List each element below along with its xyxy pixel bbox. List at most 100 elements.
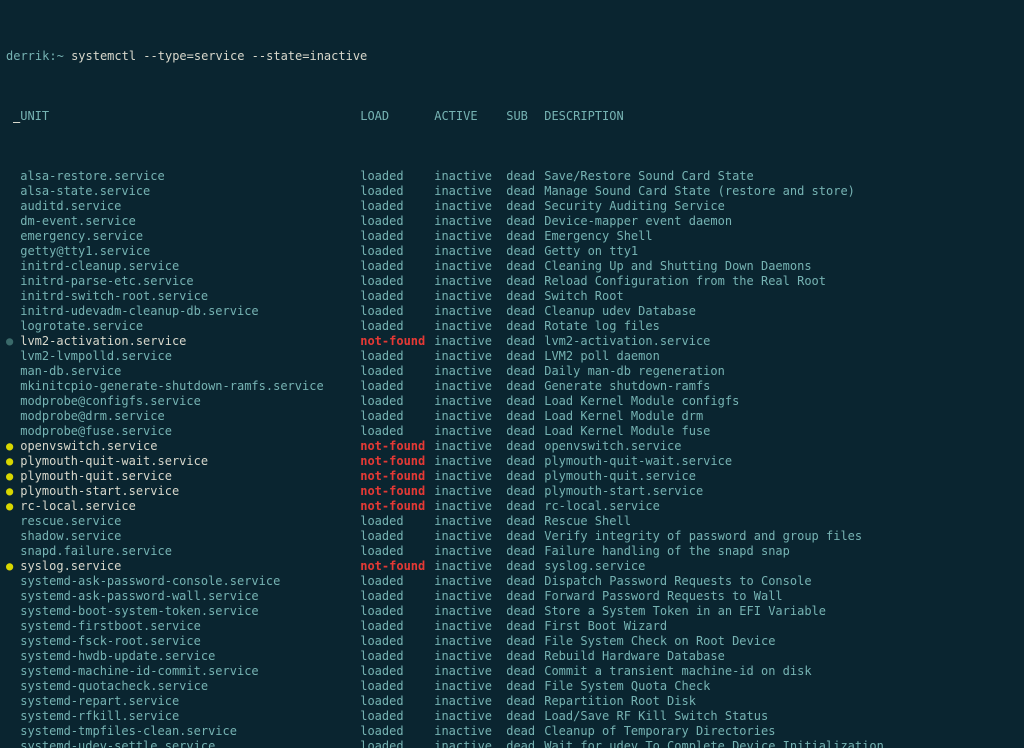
unit-description: Getty on tty1: [544, 244, 638, 259]
active-state: inactive: [434, 664, 506, 679]
sub-state: dead: [506, 349, 544, 364]
hdr-sub: SUB: [506, 109, 544, 124]
load-state: loaded: [360, 514, 434, 529]
unit-name: man-db.service: [20, 364, 360, 379]
sub-state: dead: [506, 199, 544, 214]
unit-name: mkinitcpio-generate-shutdown-ramfs.servi…: [20, 379, 360, 394]
unit-name: systemd-hwdb-update.service: [20, 649, 360, 664]
unit-description: Daily man-db regeneration: [544, 364, 725, 379]
status-bullet-icon: [6, 364, 13, 379]
status-bullet-icon: [6, 559, 13, 574]
table-row: lvm2-lvmpolld.serviceloadedinactivedeadL…: [6, 349, 1018, 364]
load-state: loaded: [360, 214, 434, 229]
unit-name: systemd-udev-settle.service: [20, 739, 360, 748]
load-state: loaded: [360, 304, 434, 319]
status-bullet-icon: [6, 514, 13, 529]
unit-description: Forward Password Requests to Wall: [544, 589, 782, 604]
table-row: rescue.serviceloadedinactivedeadRescue S…: [6, 514, 1018, 529]
active-state: inactive: [434, 199, 506, 214]
unit-description: Cleanup of Temporary Directories: [544, 724, 775, 739]
active-state: inactive: [434, 229, 506, 244]
table-row: systemd-ask-password-wall.serviceloadedi…: [6, 589, 1018, 604]
status-bullet-icon: [6, 184, 13, 199]
terminal-output[interactable]: derrik:~ systemctl --type=service --stat…: [0, 0, 1024, 748]
sub-state: dead: [506, 589, 544, 604]
sub-state: dead: [506, 364, 544, 379]
status-bullet-icon: [6, 379, 13, 394]
load-state: loaded: [360, 739, 434, 748]
active-state: inactive: [434, 469, 506, 484]
unit-name: emergency.service: [20, 229, 360, 244]
sub-state: dead: [506, 604, 544, 619]
table-row: plymouth-start.servicenot-foundinactived…: [6, 484, 1018, 499]
prompt-sep1: :: [49, 49, 56, 63]
table-row: systemd-hwdb-update.serviceloadedinactiv…: [6, 649, 1018, 664]
active-state: inactive: [434, 724, 506, 739]
table-row: shadow.serviceloadedinactivedeadVerify i…: [6, 529, 1018, 544]
load-state: loaded: [360, 604, 434, 619]
sub-state: dead: [506, 694, 544, 709]
load-state: loaded: [360, 529, 434, 544]
status-bullet-icon: [6, 424, 13, 439]
sub-state: dead: [506, 184, 544, 199]
table-row: systemd-ask-password-console.serviceload…: [6, 574, 1018, 589]
load-state: loaded: [360, 709, 434, 724]
unit-description: rc-local.service: [544, 499, 660, 514]
load-state: loaded: [360, 589, 434, 604]
status-bullet-icon: [6, 739, 13, 748]
unit-name: plymouth-quit.service: [20, 469, 360, 484]
unit-name: systemd-rfkill.service: [20, 709, 360, 724]
table-row: systemd-udev-settle.serviceloadedinactiv…: [6, 739, 1018, 748]
active-state: inactive: [434, 289, 506, 304]
load-state: not-found: [360, 334, 434, 349]
active-state: inactive: [434, 499, 506, 514]
unit-description: Dispatch Password Requests to Console: [544, 574, 811, 589]
table-row: mkinitcpio-generate-shutdown-ramfs.servi…: [6, 379, 1018, 394]
unit-name: plymouth-start.service: [20, 484, 360, 499]
status-bullet-icon: [6, 274, 13, 289]
load-state: loaded: [360, 619, 434, 634]
unit-description: syslog.service: [544, 559, 645, 574]
status-bullet-icon: [6, 589, 13, 604]
unit-description: Wait for udev To Complete Device Initial…: [544, 739, 884, 748]
sub-state: dead: [506, 379, 544, 394]
unit-name: alsa-restore.service: [20, 169, 360, 184]
sub-state: dead: [506, 169, 544, 184]
load-state: loaded: [360, 679, 434, 694]
status-bullet-icon: [6, 409, 13, 424]
table-row: initrd-switch-root.serviceloadedinactive…: [6, 289, 1018, 304]
hdr-desc: DESCRIPTION: [544, 109, 623, 124]
unit-description: plymouth-start.service: [544, 484, 703, 499]
sub-state: dead: [506, 394, 544, 409]
table-row: modprobe@drm.serviceloadedinactivedeadLo…: [6, 409, 1018, 424]
active-state: inactive: [434, 529, 506, 544]
unit-name: logrotate.service: [20, 319, 360, 334]
status-bullet-icon: [6, 319, 13, 334]
table-row: systemd-quotacheck.serviceloadedinactive…: [6, 679, 1018, 694]
table-row: lvm2-activation.servicenot-foundinactive…: [6, 334, 1018, 349]
active-state: inactive: [434, 424, 506, 439]
sub-state: dead: [506, 259, 544, 274]
sub-state: dead: [506, 274, 544, 289]
sub-state: dead: [506, 619, 544, 634]
status-bullet-icon: [6, 694, 13, 709]
sub-state: dead: [506, 739, 544, 748]
active-state: inactive: [434, 169, 506, 184]
sub-state: dead: [506, 289, 544, 304]
load-state: loaded: [360, 634, 434, 649]
sub-state: dead: [506, 649, 544, 664]
prompt-line: derrik:~ systemctl --type=service --stat…: [6, 49, 1018, 64]
prompt-user: derrik: [6, 49, 49, 63]
table-row: plymouth-quit-wait.servicenot-foundinact…: [6, 454, 1018, 469]
load-state: loaded: [360, 409, 434, 424]
load-state: loaded: [360, 184, 434, 199]
status-bullet-icon: [6, 439, 13, 454]
unit-name: systemd-tmpfiles-clean.service: [20, 724, 360, 739]
status-bullet-icon: [6, 649, 13, 664]
sub-state: dead: [506, 484, 544, 499]
unit-description: Failure handling of the snapd snap: [544, 544, 790, 559]
sub-state: dead: [506, 319, 544, 334]
unit-name: syslog.service: [20, 559, 360, 574]
table-row: snapd.failure.serviceloadedinactivedeadF…: [6, 544, 1018, 559]
unit-description: Store a System Token in an EFI Variable: [544, 604, 826, 619]
